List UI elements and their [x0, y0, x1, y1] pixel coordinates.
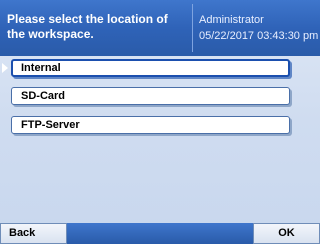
back-button[interactable]: Back [0, 223, 67, 244]
date-time: 05/22/2017 03:43:30 pm [199, 30, 319, 42]
location-option-ftp-server[interactable]: FTP-Server [11, 116, 290, 134]
location-option-sd-card[interactable]: SD-Card [11, 87, 290, 105]
user-name: Administrator [199, 14, 264, 26]
selection-arrow-icon [2, 63, 8, 73]
header-divider [192, 4, 193, 52]
workspace-location-screen: Please select the location of the worksp… [0, 0, 320, 244]
location-option-internal[interactable]: Internal [11, 59, 290, 77]
page-title: Please select the location of the worksp… [7, 12, 168, 41]
footer-bar: Back OK [0, 223, 320, 244]
ok-button[interactable]: OK [253, 223, 320, 244]
header-bar: Please select the location of the worksp… [0, 0, 320, 56]
